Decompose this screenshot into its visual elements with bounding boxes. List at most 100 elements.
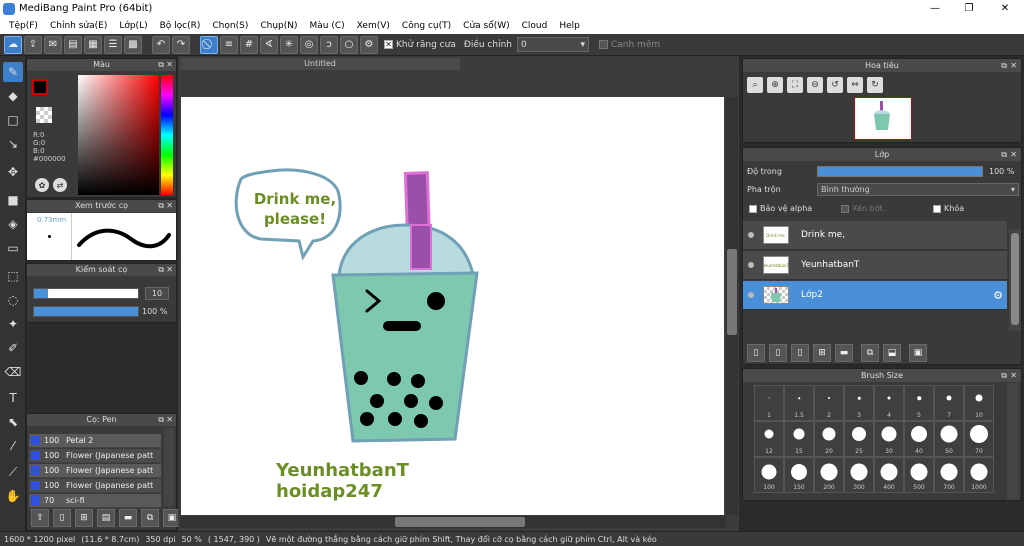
edge-option[interactable]: Canh mềm bbox=[598, 40, 660, 50]
undock-icon[interactable]: ⧉ bbox=[1001, 369, 1007, 382]
menu-cloud[interactable]: Cloud bbox=[516, 21, 554, 31]
layer-row-selected[interactable]: Lớp2 ⚙ bbox=[743, 281, 1007, 310]
palette-icon[interactable]: ✿ bbox=[35, 178, 49, 192]
blend-mode-select[interactable]: Bình thường ▾ bbox=[817, 183, 1019, 196]
panel-close-icon[interactable]: ✕ bbox=[1010, 59, 1017, 72]
select-eraser-tool-icon[interactable]: ⌫ bbox=[3, 362, 23, 382]
navigator-thumbnail[interactable] bbox=[854, 97, 912, 140]
snap-settings-icon[interactable]: ⚙ bbox=[360, 35, 378, 54]
zoom-in-icon[interactable]: ⊕ bbox=[767, 77, 783, 93]
brush-size-cell[interactable]: 3 bbox=[844, 385, 874, 421]
redo-icon[interactable]: ↷ bbox=[172, 35, 190, 54]
canvas-horizontal-scrollbar[interactable] bbox=[180, 516, 726, 528]
vanishing-point-icon[interactable]: ∢ bbox=[260, 35, 278, 54]
new-layer-icon[interactable]: ▯ bbox=[747, 344, 765, 362]
brush-size-cell[interactable]: 400 bbox=[874, 457, 904, 493]
brush-size-cell[interactable]: 20 bbox=[814, 421, 844, 457]
cloud-icon[interactable]: ☁ bbox=[4, 35, 22, 54]
gradient-tool-icon[interactable]: ▭ bbox=[3, 238, 23, 258]
menu-capture[interactable]: Chụp(N) bbox=[254, 21, 303, 31]
edge-checkbox[interactable] bbox=[598, 40, 608, 49]
undock-icon[interactable]: ⧉ bbox=[158, 414, 164, 426]
vertical-scroll-thumb[interactable] bbox=[727, 249, 737, 335]
eyedropper-tool-icon[interactable]: ⁄ bbox=[3, 436, 23, 456]
brush-size-cell[interactable]: 5 bbox=[904, 385, 934, 421]
menu-color[interactable]: Màu (C) bbox=[304, 21, 351, 31]
parallel-snap-icon[interactable]: ≡ bbox=[220, 35, 238, 54]
foreground-color-swatch[interactable] bbox=[32, 79, 48, 95]
cross-snap-icon[interactable]: # bbox=[240, 35, 258, 54]
brush-size-cell[interactable]: 4 bbox=[874, 385, 904, 421]
brush-size-cell[interactable]: 700 bbox=[934, 457, 964, 493]
brush-size-cell[interactable]: 500 bbox=[904, 457, 934, 493]
brush-list-item[interactable]: 100 Flower (Japanese patt bbox=[29, 449, 161, 463]
brush-size-cell[interactable]: 10 bbox=[964, 385, 994, 421]
clipping-checkbox[interactable] bbox=[841, 204, 849, 213]
lock-checkbox[interactable] bbox=[933, 204, 941, 213]
brush-size-cell[interactable]: 15 bbox=[784, 421, 814, 457]
rotate-right-icon[interactable]: ↻ bbox=[867, 77, 883, 93]
saturation-value-picker[interactable] bbox=[78, 75, 159, 195]
brush-size-cell[interactable]: 1.5 bbox=[784, 385, 814, 421]
comment-icon[interactable]: ✉ bbox=[44, 35, 62, 54]
no-snap-icon[interactable]: ⃠ bbox=[200, 35, 218, 54]
divide-tool-icon[interactable]: ⟋ bbox=[3, 462, 23, 482]
list-icon[interactable]: ☰ bbox=[104, 35, 122, 54]
move-tool-icon[interactable]: ✥ bbox=[3, 162, 23, 182]
maximize-button[interactable]: ❐ bbox=[952, 0, 986, 17]
undock-icon[interactable]: ⧉ bbox=[158, 264, 164, 276]
undock-icon[interactable]: ⧉ bbox=[1001, 148, 1007, 161]
brush-list-item[interactable]: 100 Petal 2 bbox=[29, 434, 161, 448]
brush-settings-icon[interactable]: ▤ bbox=[97, 509, 115, 527]
add-layer-menu-icon[interactable]: ⊞ bbox=[813, 344, 831, 362]
brush-size-cell[interactable]: 30 bbox=[874, 421, 904, 457]
brush-size-cell[interactable]: 25 bbox=[844, 421, 874, 457]
flip-icon[interactable]: ⇔ bbox=[847, 77, 863, 93]
menu-window[interactable]: Cửa sổ(W) bbox=[457, 21, 515, 31]
line-tool-icon[interactable]: ↘ bbox=[3, 134, 23, 154]
new-brush-icon[interactable]: ▯ bbox=[53, 509, 71, 527]
lasso-tool-icon[interactable]: ◌ bbox=[3, 290, 23, 310]
duplicate-layer-icon[interactable]: ⧉ bbox=[861, 344, 879, 362]
panel-close-icon[interactable]: ✕ bbox=[1010, 148, 1017, 161]
menu-tools[interactable]: Công cụ(T) bbox=[396, 21, 457, 31]
layer-opacity-slider[interactable] bbox=[817, 166, 983, 177]
undock-icon[interactable]: ⧉ bbox=[158, 200, 164, 212]
brush-list-item[interactable]: 70 sci-fi bbox=[29, 494, 161, 508]
menu-view[interactable]: Xem(V) bbox=[351, 21, 396, 31]
chat-icon[interactable]: ▤ bbox=[64, 35, 82, 54]
select-tool-icon[interactable]: ⬚ bbox=[3, 266, 23, 286]
panel-close-icon[interactable]: ✕ bbox=[1010, 369, 1017, 382]
curve-snap-icon[interactable]: ↄ bbox=[320, 35, 338, 54]
concentric-snap-icon[interactable]: ◎ bbox=[300, 35, 318, 54]
menu-layer[interactable]: Lớp(L) bbox=[113, 21, 153, 31]
drawing-canvas[interactable]: Drink me, please! YeunhatbanT hoidap247 bbox=[181, 97, 724, 515]
lock-option[interactable]: Khóa bbox=[933, 204, 964, 213]
brush-size-cell[interactable]: 1000 bbox=[964, 457, 994, 493]
zoom-out-icon[interactable]: ⊖ bbox=[807, 77, 823, 93]
panel-close-icon[interactable]: ✕ bbox=[166, 59, 173, 71]
panel-close-icon[interactable]: ✕ bbox=[166, 264, 173, 276]
add-brush-icon[interactable]: ⊞ bbox=[75, 509, 93, 527]
merge-layer-icon[interactable]: ⬓ bbox=[883, 344, 901, 362]
rotate-left-icon[interactable]: ↺ bbox=[827, 77, 843, 93]
antialias-option[interactable]: ✕ Khử răng cưa bbox=[384, 40, 456, 50]
brush-folder-icon[interactable]: ▬ bbox=[119, 509, 137, 527]
hue-slider[interactable] bbox=[161, 75, 173, 195]
brush-size-cell[interactable]: 12 bbox=[754, 421, 784, 457]
hand-tool-icon[interactable]: ✋ bbox=[3, 486, 23, 506]
menu-filter[interactable]: Bộ lọc(R) bbox=[154, 21, 207, 31]
layer-row[interactable]: Drink me, Drink me, bbox=[743, 221, 1007, 250]
dot-tool-icon[interactable]: □ bbox=[3, 110, 23, 130]
minimize-button[interactable]: — bbox=[918, 0, 952, 17]
layer-row[interactable]: YeunhatbanT YeunhatbanT bbox=[743, 251, 1007, 280]
layer-folder-icon[interactable]: ▬ bbox=[835, 344, 853, 362]
antialias-checkbox[interactable]: ✕ bbox=[384, 40, 393, 49]
brush-size-cell[interactable]: 300 bbox=[844, 457, 874, 493]
brush-list-item[interactable]: 100 Flower (Japanese patt bbox=[29, 464, 161, 478]
brush-list-item[interactable]: 100 Flower (Japanese patt bbox=[29, 479, 161, 493]
panel-close-icon[interactable]: ✕ bbox=[166, 200, 173, 212]
shape-tool-icon[interactable]: ■ bbox=[3, 190, 23, 210]
brush-size-cell[interactable]: 200 bbox=[814, 457, 844, 493]
text-tool-icon[interactable]: T bbox=[3, 388, 23, 408]
